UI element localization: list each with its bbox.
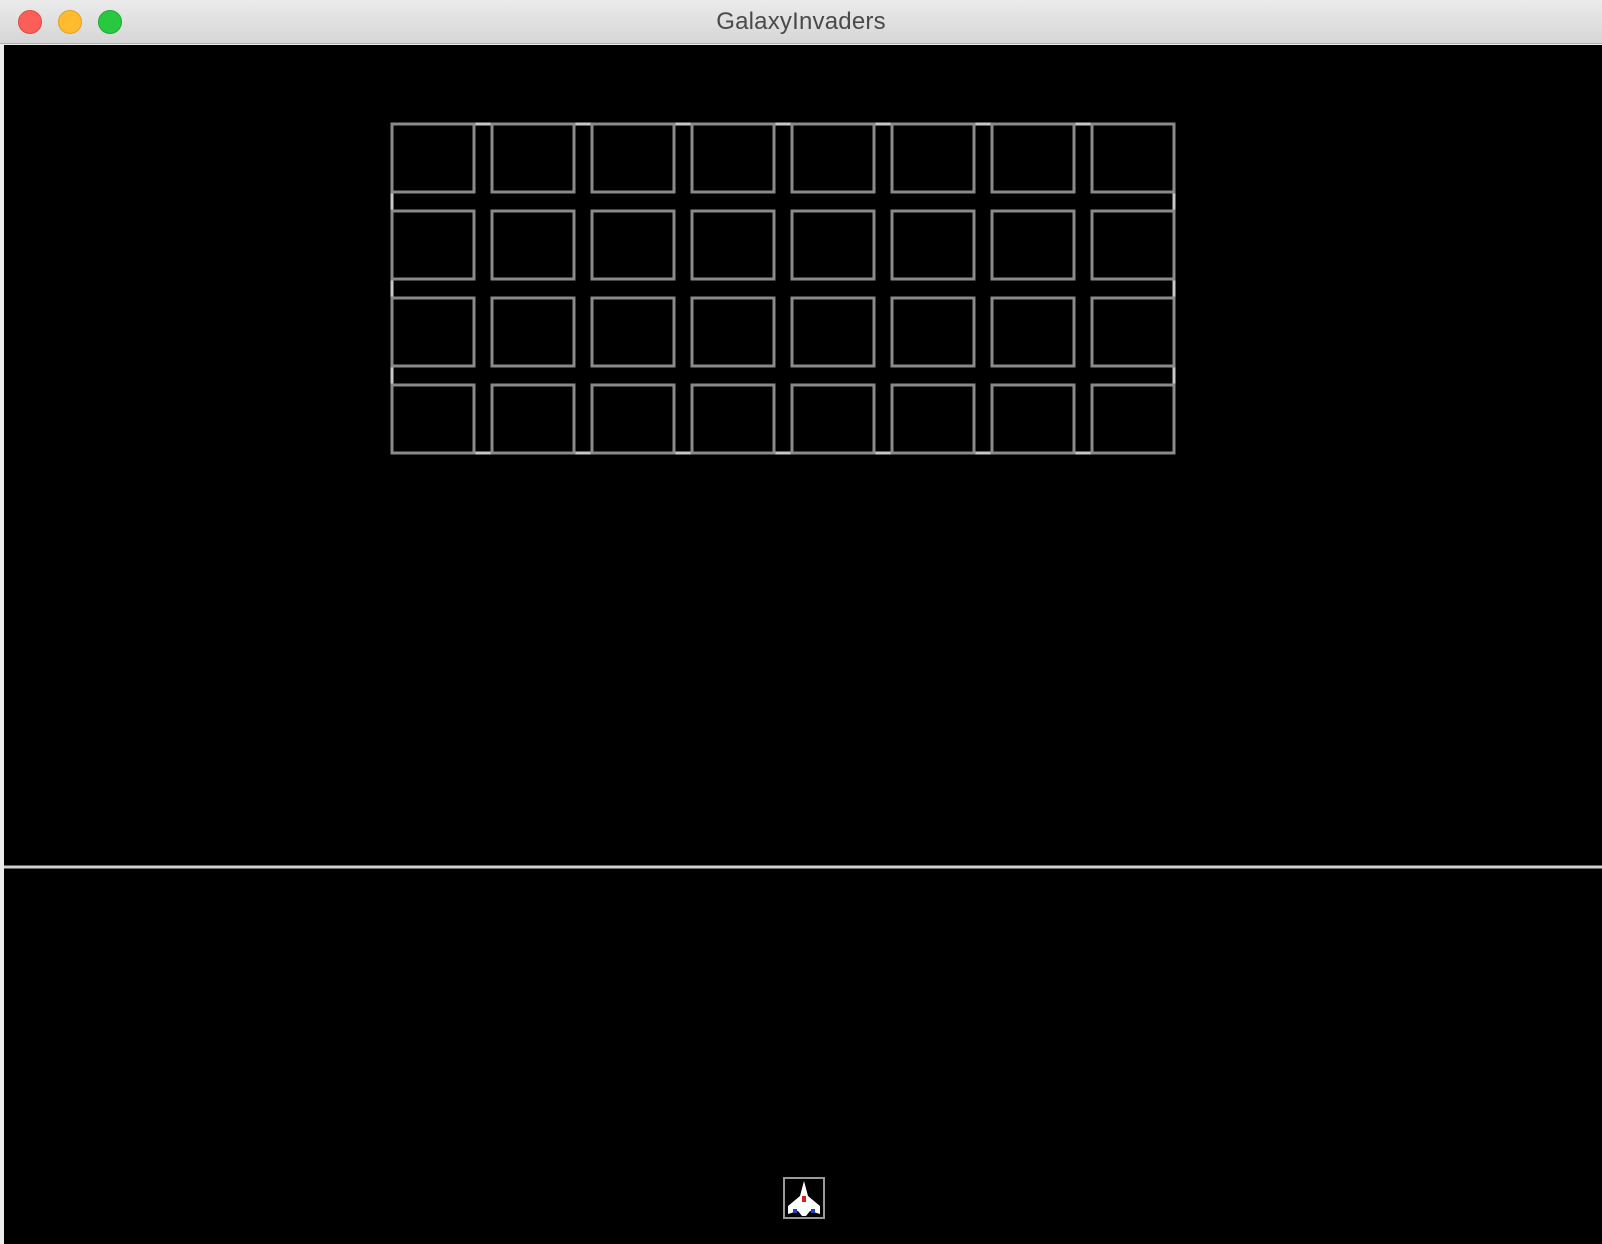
invader-cell <box>490 122 576 194</box>
game-window: GalaxyInvaders <box>0 0 1602 1244</box>
invader-cell <box>490 296 576 368</box>
invader-cell <box>690 122 776 194</box>
invader-cell <box>490 383 576 455</box>
invader-grid <box>390 122 1176 455</box>
invader-cell <box>990 209 1076 281</box>
invader-cell <box>590 209 676 281</box>
invader-cell <box>1090 122 1176 194</box>
invader-cell <box>890 209 976 281</box>
invader-cell <box>790 209 876 281</box>
invader-cell <box>590 296 676 368</box>
invader-cell <box>1090 296 1176 368</box>
invader-cell <box>690 383 776 455</box>
invader-cell <box>1090 209 1176 281</box>
game-canvas[interactable] <box>4 45 1602 1244</box>
invader-cell <box>1090 383 1176 455</box>
invader-cell <box>990 383 1076 455</box>
invader-cell <box>790 383 876 455</box>
invader-cell <box>890 296 976 368</box>
invader-cell <box>490 209 576 281</box>
invader-formation-frame <box>390 122 1176 455</box>
player-ship <box>783 1177 825 1219</box>
invader-cell <box>790 296 876 368</box>
game-scene <box>4 122 1602 1219</box>
title-bar[interactable]: GalaxyInvaders <box>0 0 1602 44</box>
invader-cell <box>790 122 876 194</box>
invader-cell <box>990 296 1076 368</box>
invader-cell <box>390 122 476 194</box>
invader-cell <box>390 383 476 455</box>
invader-cell <box>890 383 976 455</box>
invader-cell <box>990 122 1076 194</box>
invader-cell <box>690 209 776 281</box>
invader-cell <box>390 296 476 368</box>
fighter-ship-icon <box>788 1181 820 1216</box>
window-title: GalaxyInvaders <box>716 8 886 35</box>
invader-cell <box>890 122 976 194</box>
invader-cell <box>690 296 776 368</box>
invader-cell <box>390 209 476 281</box>
invader-cell <box>590 383 676 455</box>
invader-cell <box>590 122 676 194</box>
